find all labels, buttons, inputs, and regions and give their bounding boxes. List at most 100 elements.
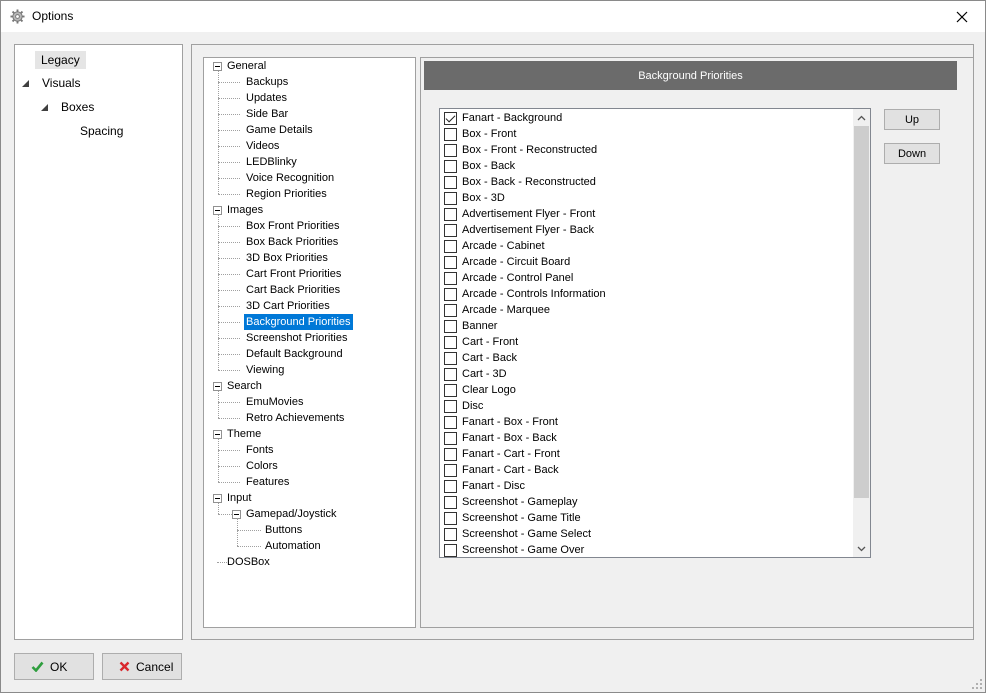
list-item[interactable]: Banner — [444, 318, 497, 334]
close-button[interactable] — [939, 1, 985, 32]
tree-item[interactable]: Region Priorities — [244, 186, 329, 202]
tree-item[interactable]: Retro Achievements — [244, 410, 346, 426]
priority-checkbox[interactable] — [444, 479, 457, 493]
priority-checkbox[interactable] — [444, 495, 457, 509]
tree-item[interactable]: Updates — [244, 90, 289, 106]
list-item[interactable]: Box - Back - Reconstructed — [444, 174, 596, 190]
list-item[interactable]: Arcade - Marquee — [444, 302, 550, 318]
tree-item[interactable]: Gamepad/Joystick — [244, 506, 338, 522]
nav-item-boxes[interactable]: Boxes — [61, 100, 94, 114]
priority-checkbox[interactable] — [444, 447, 457, 461]
tree-item[interactable]: Buttons — [263, 522, 304, 538]
expanded-arrow-icon[interactable] — [41, 104, 48, 111]
priority-checkbox[interactable] — [444, 543, 457, 557]
list-item[interactable]: Arcade - Controls Information — [444, 286, 606, 302]
list-item[interactable]: Cart - 3D — [444, 366, 507, 382]
tree-item[interactable]: Fonts — [244, 442, 276, 458]
tree-item[interactable]: Box Front Priorities — [244, 218, 342, 234]
priority-checkbox[interactable] — [444, 287, 457, 301]
tree-group-images[interactable]: Images — [225, 202, 265, 218]
tree-group-search[interactable]: Search — [225, 378, 264, 394]
tree-item[interactable]: 3D Box Priorities — [244, 250, 330, 266]
list-item[interactable]: Box - 3D — [444, 190, 505, 206]
tree-item[interactable]: Videos — [244, 138, 281, 154]
tree-group-dosbox[interactable]: DOSBox — [225, 554, 272, 570]
down-button[interactable]: Down — [884, 143, 940, 164]
list-item[interactable]: Screenshot - Game Select — [444, 526, 591, 542]
tree-item[interactable]: Features — [244, 474, 291, 490]
vertical-scrollbar[interactable] — [853, 109, 870, 557]
list-item[interactable]: Advertisement Flyer - Back — [444, 222, 594, 238]
list-item[interactable]: Box - Front — [444, 126, 516, 142]
tree-item[interactable]: Colors — [244, 458, 280, 474]
list-item[interactable]: Clear Logo — [444, 382, 516, 398]
scroll-up-button[interactable] — [853, 109, 870, 126]
priority-checkbox[interactable] — [444, 463, 457, 477]
list-item[interactable]: Advertisement Flyer - Front — [444, 206, 595, 222]
priority-checkbox[interactable] — [444, 271, 457, 285]
priority-checkbox[interactable] — [444, 223, 457, 237]
cancel-button[interactable]: Cancel — [102, 653, 182, 680]
list-item[interactable]: Arcade - Circuit Board — [444, 254, 570, 270]
tree-item[interactable]: Default Background — [244, 346, 345, 362]
nav-item-legacy[interactable]: Legacy — [35, 51, 86, 69]
resize-grip-icon[interactable] — [971, 678, 983, 690]
tree-item[interactable]: Box Back Priorities — [244, 234, 340, 250]
list-item[interactable]: Fanart - Cart - Front — [444, 446, 560, 462]
priority-checkbox[interactable] — [444, 143, 457, 157]
priority-checkbox[interactable] — [444, 127, 457, 141]
tree-item[interactable]: LEDBlinky — [244, 154, 299, 170]
priority-checkbox[interactable] — [444, 239, 457, 253]
collapse-toggle-icon[interactable] — [213, 494, 222, 503]
scroll-thumb[interactable] — [854, 126, 869, 498]
tree-item[interactable]: Automation — [263, 538, 323, 554]
ok-button[interactable]: OK — [14, 653, 94, 680]
priority-checkbox[interactable] — [444, 335, 457, 349]
priority-checkbox[interactable] — [444, 511, 457, 525]
priority-checkbox[interactable] — [444, 367, 457, 381]
nav-item-visuals[interactable]: Visuals — [42, 76, 80, 90]
tree-item[interactable]: Viewing — [244, 362, 286, 378]
list-item[interactable]: Fanart - Box - Front — [444, 414, 558, 430]
tree-item[interactable]: Side Bar — [244, 106, 290, 122]
expanded-arrow-icon[interactable] — [22, 80, 29, 87]
tree-group-theme[interactable]: Theme — [225, 426, 263, 442]
list-item[interactable]: Fanart - Disc — [444, 478, 525, 494]
priority-checkbox[interactable] — [444, 255, 457, 269]
priority-checkbox[interactable] — [444, 351, 457, 365]
up-button[interactable]: Up — [884, 109, 940, 130]
list-item[interactable]: Fanart - Background — [444, 110, 562, 126]
tree-item[interactable]: Game Details — [244, 122, 315, 138]
list-item[interactable]: Screenshot - Game Title — [444, 510, 581, 526]
list-item[interactable]: Fanart - Box - Back — [444, 430, 557, 446]
priority-checkbox[interactable] — [444, 415, 457, 429]
collapse-toggle-icon[interactable] — [213, 430, 222, 439]
tree-group-input[interactable]: Input — [225, 490, 253, 506]
priority-checkbox[interactable] — [444, 303, 457, 317]
collapse-toggle-icon[interactable] — [213, 206, 222, 215]
list-item[interactable]: Arcade - Cabinet — [444, 238, 545, 254]
list-item[interactable]: Disc — [444, 398, 483, 414]
priority-checkbox[interactable] — [444, 399, 457, 413]
collapse-toggle-icon[interactable] — [213, 382, 222, 391]
tree-item[interactable]: EmuMovies — [244, 394, 305, 410]
list-item[interactable]: Box - Front - Reconstructed — [444, 142, 597, 158]
list-item[interactable]: Box - Back — [444, 158, 515, 174]
tree-item[interactable]: Screenshot Priorities — [244, 330, 350, 346]
priority-checkbox[interactable] — [444, 111, 457, 125]
collapse-toggle-icon[interactable] — [213, 62, 222, 71]
nav-item-spacing[interactable]: Spacing — [80, 124, 123, 138]
list-item[interactable]: Screenshot - Gameplay — [444, 494, 578, 510]
priority-list[interactable]: Fanart - Background Box - Front Box - Fron… — [439, 108, 871, 558]
priority-checkbox[interactable] — [444, 527, 457, 541]
priority-checkbox[interactable] — [444, 383, 457, 397]
priority-checkbox[interactable] — [444, 159, 457, 173]
list-item[interactable]: Cart - Back — [444, 350, 517, 366]
priority-checkbox[interactable] — [444, 207, 457, 221]
priority-checkbox[interactable] — [444, 191, 457, 205]
list-item[interactable]: Arcade - Control Panel — [444, 270, 573, 286]
tree-item[interactable]: Cart Back Priorities — [244, 282, 342, 298]
priority-checkbox[interactable] — [444, 431, 457, 445]
tree-item[interactable]: 3D Cart Priorities — [244, 298, 332, 314]
priority-checkbox[interactable] — [444, 319, 457, 333]
